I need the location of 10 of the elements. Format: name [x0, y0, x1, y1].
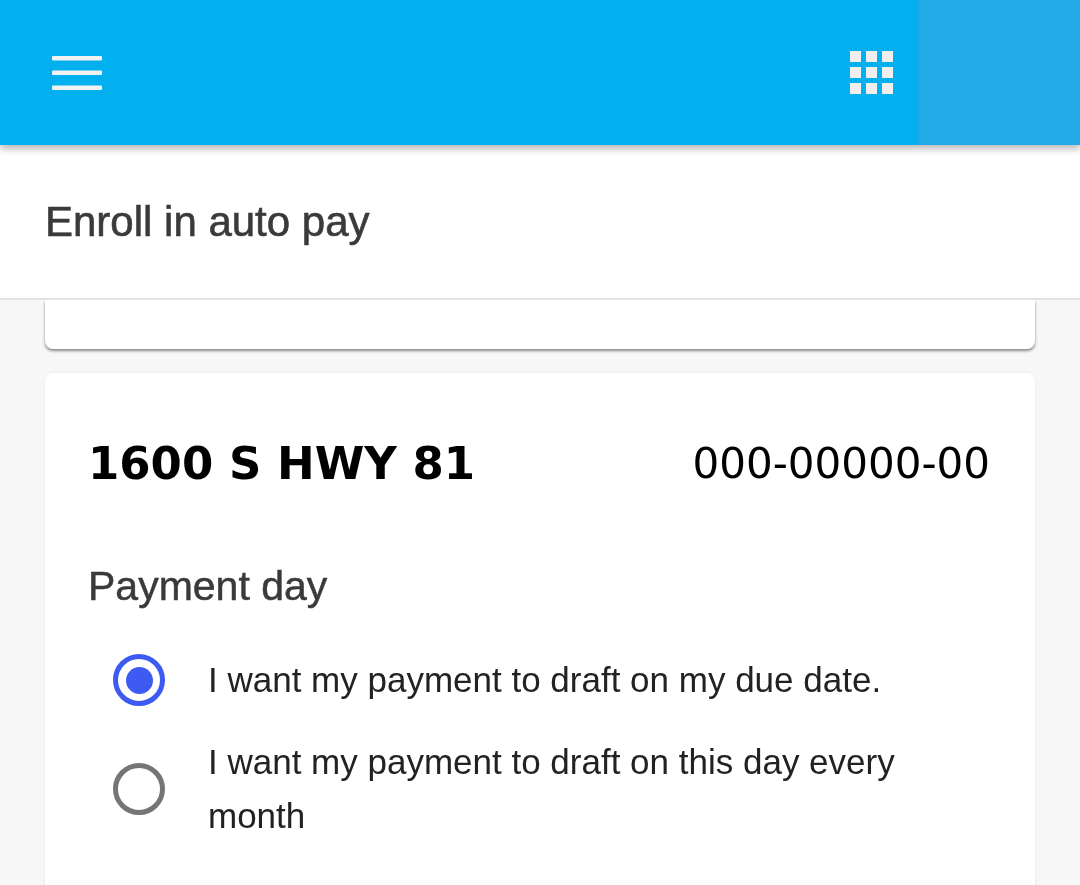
page-title: Enroll in auto pay — [45, 197, 370, 246]
option-label: I want my payment to draft on my due date. — [208, 659, 882, 702]
app-grid-icon — [850, 51, 893, 94]
service-address: 1600 S HWY 81 — [88, 436, 476, 490]
radio-button[interactable] — [113, 763, 165, 816]
account-number: 000-00000-00 — [692, 438, 990, 488]
option-label: I want my payment to draft on this day every month — [208, 741, 896, 838]
radio-button[interactable] — [113, 654, 165, 707]
menu-icon — [52, 55, 102, 90]
section-title: Payment day — [88, 562, 329, 611]
